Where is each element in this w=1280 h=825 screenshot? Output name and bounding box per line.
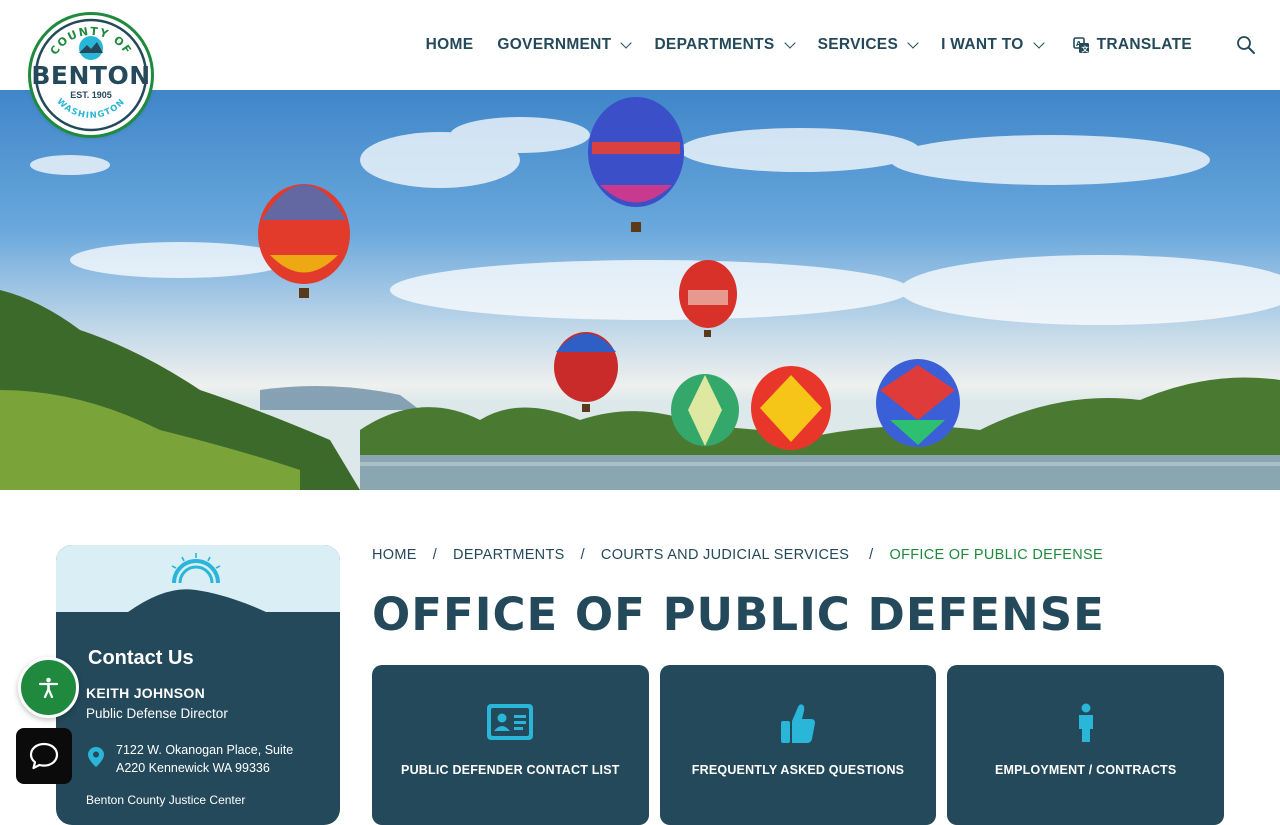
card-label: EMPLOYMENT / CONTRACTS (994, 763, 1177, 777)
card-public-defender-contact-list[interactable]: PUBLIC DEFENDER CONTACT LIST (372, 665, 649, 825)
hero-image (0, 97, 1280, 490)
nav-government-label: GOVERNMENT (497, 36, 612, 53)
contact-title: Contact Us (88, 647, 194, 669)
breadcrumb-courts[interactable]: COURTS AND JUDICIAL SERVICES (601, 547, 849, 563)
card-employment-contracts[interactable]: EMPLOYMENT / CONTRACTS (947, 665, 1225, 825)
translate-icon: A 文 (1072, 36, 1089, 53)
nav-services[interactable]: SERVICES (817, 36, 919, 54)
nav-i-want-to-label: I WANT TO (941, 36, 1024, 53)
card-label: PUBLIC DEFENDER CONTACT LIST (401, 763, 620, 777)
breadcrumb-home[interactable]: HOME (372, 547, 417, 563)
county-logo[interactable]: COUNTY OF WASHINGTON BENTON EST. 1905 (28, 12, 154, 138)
search-icon[interactable] (1236, 35, 1256, 55)
contact-address: 7122 W. Okanogan Place, Suite A220 Kenne… (116, 743, 294, 775)
contact-role: Public Defense Director (86, 706, 228, 721)
nav-i-want-to[interactable]: I WANT TO (941, 36, 1045, 54)
thumbs-up-icon (781, 704, 815, 743)
card-label: FREQUENTLY ASKED QUESTIONS (691, 763, 905, 777)
sidebar-header (56, 545, 340, 612)
chevron-down-icon (1032, 36, 1045, 49)
logo-name: BENTON (31, 61, 151, 90)
svg-text:文: 文 (1081, 44, 1089, 53)
chat-button[interactable] (16, 728, 72, 784)
contact-location: Benton County Justice Center (86, 793, 246, 807)
chevron-down-icon (907, 36, 919, 49)
breadcrumb-current: OFFICE OF PUBLIC DEFENSE (889, 547, 1103, 563)
accessibility-button[interactable] (18, 657, 79, 718)
logo-est: EST. 1905 (70, 90, 112, 100)
nav-translate-label: TRANSLATE (1096, 36, 1192, 53)
nav-services-label: SERVICES (817, 36, 899, 53)
breadcrumb-departments[interactable]: DEPARTMENTS (453, 547, 565, 563)
page-title: OFFICE OF PUBLIC DEFENSE (372, 588, 1105, 641)
quick-links: PUBLIC DEFENDER CONTACT LIST FREQUENTLY … (372, 665, 1225, 825)
mountain-sun-icon (128, 553, 266, 612)
nav-departments-label: DEPARTMENTS (654, 36, 775, 53)
chevron-down-icon (783, 36, 796, 49)
breadcrumb-separator: / (580, 547, 585, 563)
hero-banner (0, 90, 1280, 490)
card-frequently-asked-questions[interactable]: FREQUENTLY ASKED QUESTIONS (659, 665, 937, 825)
nav-home[interactable]: HOME (426, 36, 474, 54)
breadcrumb-separator: / (432, 547, 438, 563)
nav-government[interactable]: GOVERNMENT (497, 36, 633, 54)
nav-departments[interactable]: DEPARTMENTS (654, 36, 796, 54)
map-pin-icon (88, 747, 104, 767)
breadcrumb: HOME / DEPARTMENTS / COURTS AND JUDICIAL… (372, 547, 1103, 563)
id-card-icon (487, 704, 534, 740)
chevron-down-icon (620, 36, 633, 49)
nav-home-label: HOME (425, 36, 474, 53)
main-nav: HOME GOVERNMENT DEPARTMENTS SERVICES I W… (402, 30, 1256, 60)
contact-sidebar: Contact Us KEITH JOHNSON Public Defense … (56, 545, 340, 825)
person-icon (1078, 703, 1093, 742)
nav-translate[interactable]: A 文 TRANSLATE (1072, 36, 1192, 54)
breadcrumb-separator: / (869, 547, 874, 563)
site-header: HOME GOVERNMENT DEPARTMENTS SERVICES I W… (0, 0, 1280, 90)
svg-text:WASHINGTON: WASHINGTON (54, 97, 127, 121)
contact-name: KEITH JOHNSON (86, 685, 206, 701)
chat-bubble-icon (29, 742, 59, 770)
accessibility-icon (38, 677, 59, 698)
